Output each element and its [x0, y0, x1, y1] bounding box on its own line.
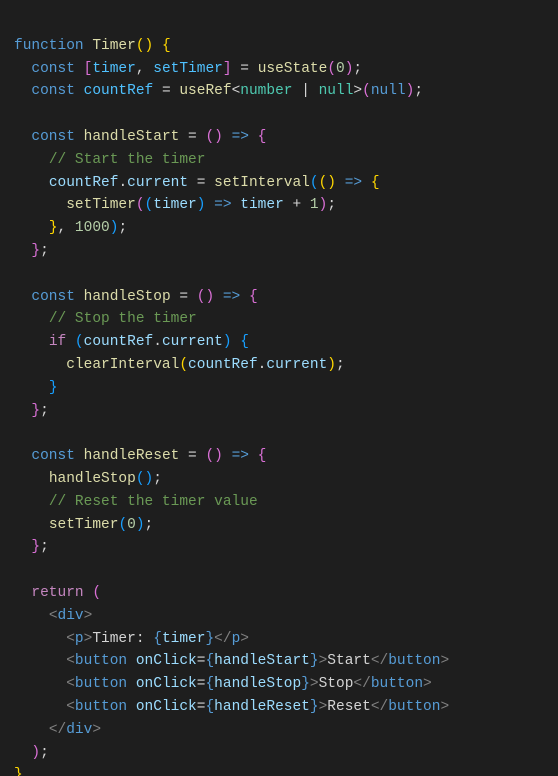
code-line: // Start the timer	[14, 152, 205, 168]
jsx-text: Start	[327, 653, 371, 669]
type: null	[319, 83, 354, 99]
code-line: <div>	[14, 608, 92, 624]
code-line: setTimer(0);	[14, 517, 153, 533]
code-line: clearInterval(countRef.current);	[14, 357, 345, 373]
keyword-const: const	[31, 61, 75, 77]
code-line: </div>	[14, 722, 101, 738]
keyword-null: null	[371, 83, 406, 99]
code-line: <button onClick={handleStart}>Start</but…	[14, 653, 449, 669]
code-line: countRef.current = setInterval(() => {	[14, 175, 380, 191]
code-line: handleStop();	[14, 471, 162, 487]
jsx-tag: button	[75, 699, 127, 715]
jsx-tag: button	[75, 676, 127, 692]
code-line: const [timer, setTimer] = useState(0);	[14, 61, 362, 77]
code-line: };	[14, 403, 49, 419]
keyword-const: const	[31, 448, 75, 464]
code-line: // Stop the timer	[14, 311, 197, 327]
variable: handleStop	[84, 289, 171, 305]
keyword-const: const	[31, 129, 75, 145]
variable: timer	[240, 197, 284, 213]
function-name: Timer	[92, 38, 136, 54]
type: number	[240, 83, 292, 99]
variable: timer	[162, 631, 206, 647]
code-line: setTimer((timer) => timer + 1);	[14, 197, 336, 213]
variable: handleStart	[214, 653, 310, 669]
variable: countRef	[49, 175, 119, 191]
code-line: const handleStart = () => {	[14, 129, 266, 145]
keyword-const: const	[31, 83, 75, 99]
function-call: setTimer	[49, 517, 119, 533]
param: timer	[153, 197, 197, 213]
code-line: );	[14, 745, 49, 761]
variable: timer	[92, 61, 136, 77]
keyword-return: return	[31, 585, 83, 601]
comment: // Start the timer	[49, 152, 206, 168]
variable: handleReset	[84, 448, 180, 464]
variable: countRef	[84, 334, 154, 350]
code-line: };	[14, 243, 49, 259]
jsx-tag: div	[58, 608, 84, 624]
code-line: };	[14, 539, 49, 555]
code-line: }	[14, 380, 58, 396]
comment: // Reset the timer value	[49, 494, 258, 510]
jsx-attr: onClick	[136, 653, 197, 669]
variable: countRef	[84, 83, 154, 99]
jsx-attr: onClick	[136, 676, 197, 692]
jsx-tag: div	[66, 722, 92, 738]
keyword-function: function	[14, 38, 84, 54]
jsx-text: Stop	[319, 676, 354, 692]
function-call: useState	[258, 61, 328, 77]
keyword-if: if	[49, 334, 66, 350]
property: current	[162, 334, 223, 350]
variable: setTimer	[153, 61, 223, 77]
variable: handleStart	[84, 129, 180, 145]
variable: countRef	[188, 357, 258, 373]
code-line: <p>Timer: {timer}</p>	[14, 631, 249, 647]
code-line: }, 1000);	[14, 220, 127, 236]
variable: handleReset	[214, 699, 310, 715]
code-line: const countRef = useRef<number | null>(n…	[14, 83, 423, 99]
function-call: clearInterval	[66, 357, 179, 373]
jsx-tag: p	[75, 631, 84, 647]
jsx-text: Reset	[327, 699, 371, 715]
function-call: setInterval	[214, 175, 310, 191]
function-call: useRef	[179, 83, 231, 99]
blank-line	[14, 106, 23, 122]
code-line: <button onClick={handleStop}>Stop</butto…	[14, 676, 432, 692]
code-line: if (countRef.current) {	[14, 334, 249, 350]
number-literal: 0	[127, 517, 136, 533]
code-editor: function Timer() { const [timer, setTime…	[0, 0, 558, 776]
property: current	[127, 175, 188, 191]
property: current	[266, 357, 327, 373]
jsx-attr: onClick	[136, 699, 197, 715]
jsx-tag: button	[75, 653, 127, 669]
comment: // Stop the timer	[49, 311, 197, 327]
code-line: return (	[14, 585, 101, 601]
code-line: const handleStop = () => {	[14, 289, 258, 305]
blank-line	[14, 425, 23, 441]
number-literal: 1	[310, 197, 319, 213]
function-call: handleStop	[49, 471, 136, 487]
code-line: const handleReset = () => {	[14, 448, 266, 464]
code-line: <button onClick={handleReset}>Reset</but…	[14, 699, 449, 715]
number-literal: 1000	[75, 220, 110, 236]
function-call: setTimer	[66, 197, 136, 213]
blank-line	[14, 562, 23, 578]
keyword-const: const	[31, 289, 75, 305]
variable: handleStop	[214, 676, 301, 692]
code-line: // Reset the timer value	[14, 494, 258, 510]
code-line: }	[14, 767, 23, 776]
number-literal: 0	[336, 61, 345, 77]
blank-line	[14, 266, 23, 282]
code-line: function Timer() {	[14, 38, 171, 54]
jsx-text: Timer:	[92, 631, 153, 647]
